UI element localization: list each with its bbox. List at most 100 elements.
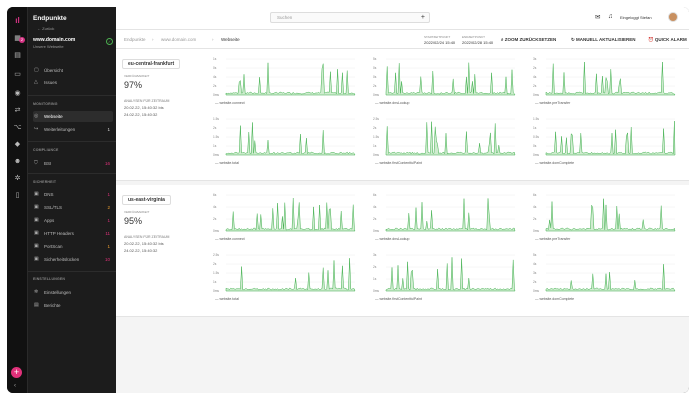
document-icon[interactable]: ▯ <box>13 192 22 200</box>
count-badge: 16 <box>104 161 110 166</box>
add-button[interactable]: + <box>11 367 22 378</box>
zoom-icon: ⌕ <box>501 37 504 42</box>
sidebar-item-webseite[interactable]: ◎ Webseite <box>33 111 113 122</box>
breadcrumb-item[interactable]: www.domain.com <box>161 37 196 42</box>
sidebar-item-overview[interactable]: ▢ Übersicht <box>33 65 113 76</box>
y-tick-label: 0ms <box>213 229 219 233</box>
start-time-label: STARTZEITPUNKT <box>424 35 451 39</box>
breadcrumb-separator: › <box>152 37 154 42</box>
chat-icon[interactable]: ✉ <box>595 13 600 21</box>
tag-icon[interactable]: ◆ <box>13 141 22 149</box>
metric-chart[interactable]: 6s 4s 2s 0ms — website.dnsLookup <box>372 191 517 247</box>
date-from: 20.02.22, 15:40:32 bis <box>124 105 164 110</box>
bell-icon[interactable]: ♫ <box>608 13 613 20</box>
y-tick-label: 2.5s <box>373 117 379 121</box>
chart-svg: 6s 4s 2s 0ms <box>213 193 356 233</box>
metric-chart[interactable]: 2.5s 2s 1.5s 1s 0ms — website.firstContentful… <box>372 115 517 171</box>
sidebar-item-apps[interactable]: ▣ Apps 1 <box>33 215 113 226</box>
y-tick-label: 4s <box>373 205 377 209</box>
search-input[interactable]: Suchen + <box>270 12 430 23</box>
sidebar-item-ssl[interactable]: ▣ SSL/TLS 2 <box>33 202 113 213</box>
metric-chart[interactable]: 3s 2s 4s 2s 0ms — website.preTransfer <box>532 55 677 111</box>
metric-chart[interactable]: 1.5s 1s 0.5s 0s 0ms — website.domComplete <box>532 115 677 171</box>
y-tick-label: 1s <box>533 126 537 130</box>
y-tick-label: 3s <box>533 57 537 61</box>
sidebar-item-reports[interactable]: ▤ Berichte <box>33 300 113 311</box>
series-line <box>225 258 356 292</box>
y-tick-label: 1.5s <box>373 135 379 139</box>
breadcrumb-item[interactable]: Endpunkte <box>124 37 146 42</box>
y-tick-label: 0ms <box>533 93 539 97</box>
chart-legend: — website.domComplete <box>535 161 575 165</box>
count-badge: 10 <box>104 257 110 262</box>
sidebar-item-issues[interactable]: △ Issues <box>33 77 113 88</box>
refresh-icon: ↻ <box>571 37 575 42</box>
collapse-icon[interactable]: ‹ <box>14 383 16 389</box>
sidebar-item-vulnerabilities[interactable]: ▣ Sicherheitslücken 10 <box>33 254 113 265</box>
metric-chart[interactable]: 2.5s 2s 1.5s 1s 0ms — website.total <box>212 251 357 307</box>
lock-icon: ▣ <box>34 204 39 210</box>
back-link[interactable]: ← Zurück <box>37 26 54 31</box>
sidebar-item-label: BSI <box>44 161 52 166</box>
headers-icon: ▣ <box>34 230 39 236</box>
end-time-value[interactable]: 2022/02/28 15:40 <box>462 40 493 45</box>
chart-svg: 1.5s 2s 1.5s 1s 0ms <box>213 117 356 157</box>
end-time-label: ENDZEITPUNKT <box>462 35 486 39</box>
back-label: Zurück <box>42 26 55 31</box>
avatar[interactable] <box>668 12 678 22</box>
globe-icon[interactable]: ◉ <box>13 90 22 98</box>
y-tick-label: 3s <box>533 271 537 275</box>
bug-icon: ▣ <box>34 256 39 262</box>
brand-logo-icon[interactable]: ıl <box>12 16 23 26</box>
book-icon[interactable]: ▤ <box>13 52 22 60</box>
metric-chart[interactable]: 6s 4s 2s 0ms — website.connect <box>212 191 357 247</box>
metric-chart[interactable]: 5s 4s 3s 2s 0ms — website.domComplete <box>532 251 677 307</box>
metric-chart[interactable]: 6s 4s 2s 0ms — website.preTransfer <box>532 191 677 247</box>
y-tick-label: 4s <box>213 75 217 79</box>
add-icon[interactable]: + <box>421 13 425 22</box>
network-icon[interactable]: ⌥ <box>13 124 22 132</box>
series-line <box>225 62 356 96</box>
y-tick-label: 2s <box>373 217 377 221</box>
sidebar-item-dns[interactable]: ▣ DNS 1 <box>33 189 113 200</box>
y-tick-label: 1s <box>213 144 217 148</box>
user-label[interactable]: Eingeloggt Stefan <box>620 15 652 20</box>
sidebar-item-weiterleitungen[interactable]: ↪ Weiterleitungen 1 <box>33 124 113 135</box>
availability-label: VERFÜGBARKEIT <box>124 74 150 78</box>
section-settings: EINSTELLUNGEN <box>33 277 66 281</box>
metric-chart[interactable]: 1s 0s 4s 2s 0ms — website.connect <box>212 55 357 111</box>
series-line <box>545 61 676 96</box>
people-icon[interactable]: ☻ <box>13 158 22 166</box>
y-tick-label: 0s <box>373 75 377 79</box>
count-badge: 11 <box>105 231 110 236</box>
y-tick-label: 4s <box>533 262 537 266</box>
chart-legend: — website.firstContentfulPaint <box>375 161 422 165</box>
gear-icon[interactable]: ✲ <box>13 175 22 183</box>
divider <box>28 141 116 142</box>
series-line <box>225 197 356 232</box>
y-tick-label: 2.5s <box>213 253 219 257</box>
zoom-reset-label: ZOOM ZURÜCKSETZEN <box>504 37 557 42</box>
top-bar: Suchen + ✉ ♫ Eingeloggt Stefan <box>116 7 689 30</box>
sidebar-item-settings[interactable]: ✲ Einstellungen <box>33 287 113 298</box>
section-compliance: COMPLIANCE <box>33 148 59 152</box>
metric-chart[interactable]: 3s 2s 1s 0ms — website.firstContentfulPaint <box>372 251 517 307</box>
dns-icon: ▣ <box>34 191 39 197</box>
manual-refresh-button[interactable]: ↻ MANUELL AKTUALISIEREN <box>571 37 636 43</box>
monitor-icon[interactable]: ▭ <box>13 71 22 79</box>
start-time-value[interactable]: 2022/02/24 15:40 <box>424 40 455 45</box>
metric-chart[interactable]: 5s 0s 0s 2s 0ms — website.dnsLookup <box>372 55 517 111</box>
zoom-reset-button[interactable]: ⌕ ZOOM ZURÜCKSETZEN <box>501 37 556 42</box>
sidebar-item-portscan[interactable]: ▣ PortScan 1 <box>33 241 113 252</box>
analysis-label: ANALYSEN FÜR ZEITRAUM <box>124 99 170 103</box>
sidebar-item-http-headers[interactable]: ▣ HTTP Headers 11 <box>33 228 113 239</box>
metric-chart[interactable]: 1.5s 2s 1.5s 1s 0ms — website.total <box>212 115 357 171</box>
sidebar-item-label: Übersicht <box>44 68 64 73</box>
count-badge: 1 <box>107 192 110 197</box>
series-line <box>385 257 516 292</box>
quick-alarm-button[interactable]: ⏰ QUICK ALARM <box>648 37 687 43</box>
swap-icon[interactable]: ⇄ <box>13 107 22 115</box>
sidebar-item-bsi[interactable]: ⛉ BSI 16 <box>33 158 113 169</box>
y-tick-label: 0.5s <box>533 135 539 139</box>
y-tick-label: 0ms <box>213 153 219 157</box>
